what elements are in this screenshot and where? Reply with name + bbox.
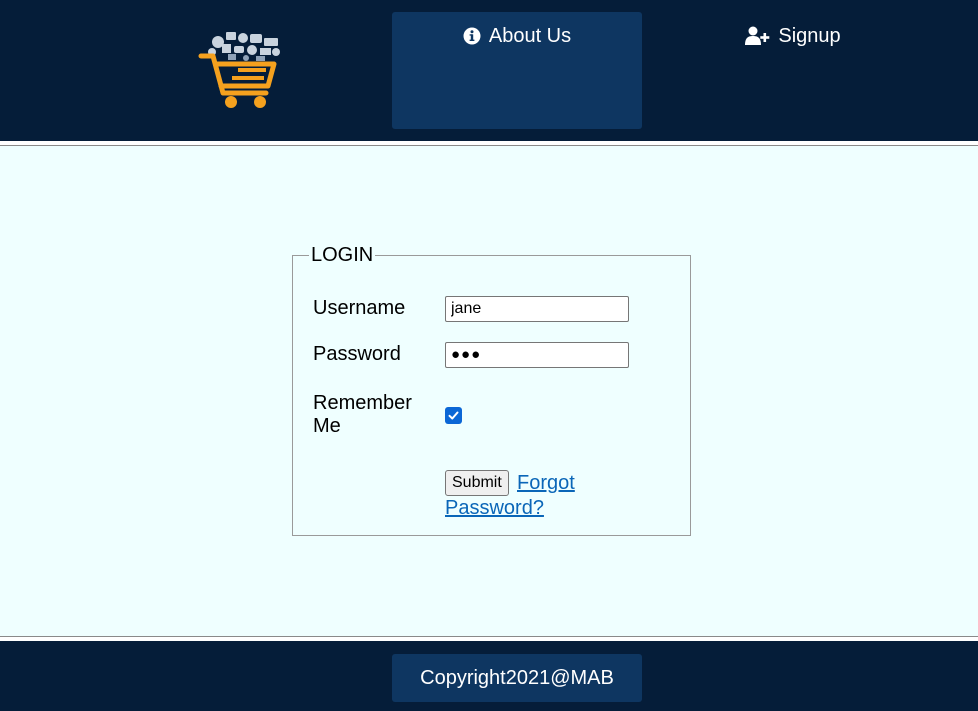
remember-me-label: Remember Me xyxy=(313,392,412,437)
password-input[interactable]: ●●● xyxy=(445,342,629,368)
nav-signup-label: Signup xyxy=(778,25,841,47)
password-label: Password xyxy=(313,343,401,365)
nav-about-us-label: About Us xyxy=(488,25,572,47)
username-input[interactable] xyxy=(445,296,629,322)
nav-signup[interactable]: Signup xyxy=(668,12,918,129)
info-circle-icon xyxy=(463,25,481,47)
nav-about-us[interactable]: About Us xyxy=(392,12,642,129)
shopping-cart-logo[interactable] xyxy=(198,28,288,110)
site-header: About Us Signup xyxy=(0,0,978,141)
login-legend: LOGIN xyxy=(311,244,374,266)
username-label: Username xyxy=(313,297,406,319)
user-plus-icon xyxy=(745,25,770,47)
remember-me-checkbox[interactable] xyxy=(445,407,462,424)
main-content: LOGIN Username Password ●●● Remember Me … xyxy=(0,146,978,636)
copyright-text: Copyright2021@MAB xyxy=(392,654,642,702)
checkmark-icon xyxy=(448,411,459,420)
login-form: LOGIN Username Password ●●● Remember Me … xyxy=(292,244,691,536)
site-footer: Copyright2021@MAB xyxy=(0,641,978,711)
forgot-password-link[interactable]: Forgot Password? xyxy=(445,471,605,521)
